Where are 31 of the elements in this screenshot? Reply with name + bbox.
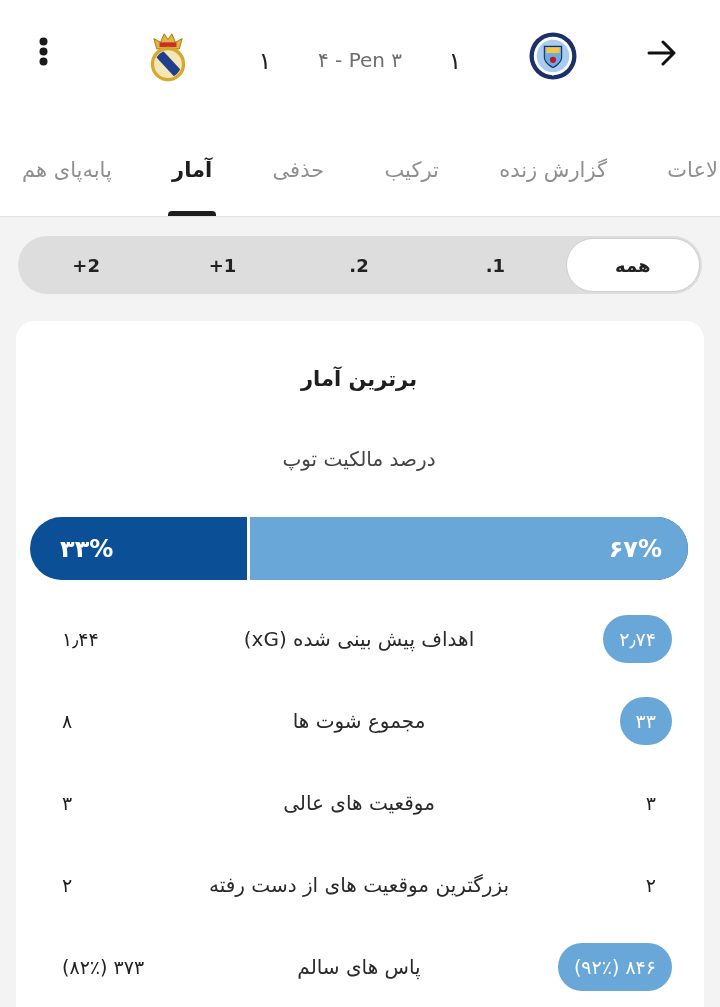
stat-value: ۳ <box>61 791 74 816</box>
possession-value: ۳۳% <box>60 534 114 563</box>
period-option[interactable]: +1 <box>156 238 289 292</box>
period-option[interactable]: .1 <box>429 238 562 292</box>
stat-value: ۸۴۶ (۹۲٪) <box>557 943 672 991</box>
stat-value: ۱٫۴۴ <box>61 627 100 652</box>
possession-label: درصد مالکیت توپ <box>281 446 437 473</box>
round-crest-icon <box>529 32 577 80</box>
right-arrow-icon[interactable] <box>647 40 677 66</box>
stat-label: پاس های سالم <box>296 955 422 979</box>
stat-value: ۲٫۷۴ <box>603 615 672 663</box>
stat-value: ۸ <box>61 709 74 734</box>
more-menu-icon[interactable] <box>38 36 48 66</box>
stat-label: موقعیت های عالی <box>282 791 436 815</box>
period-option[interactable]: همه <box>565 238 700 292</box>
stat-value: ۲ <box>644 873 657 898</box>
stat-value: ۳ <box>644 791 657 816</box>
penalty-score: ۴ - Pen ۳ <box>317 50 403 70</box>
team-score: ۱ <box>448 49 462 73</box>
period-option[interactable]: +2 <box>19 238 153 292</box>
stat-label: اهداف پیش بینی شده (xG) <box>242 627 476 651</box>
stat-value: ۳۷۳ (۸۲٪) <box>61 955 146 980</box>
stat-label: مجموع شوت ها <box>291 709 427 733</box>
stat-label: بزرگترین موقعیت های از دست رفته <box>207 873 511 897</box>
possession-value: ۶۷% <box>608 534 662 563</box>
stat-value: ۳۳ <box>619 697 672 745</box>
team-score: ۱ <box>258 49 272 73</box>
period-option[interactable]: .2 <box>292 238 426 292</box>
crowned-crest-icon <box>149 30 187 82</box>
stat-value: ۲ <box>61 873 74 898</box>
card-title: برترین آمار <box>299 365 419 393</box>
